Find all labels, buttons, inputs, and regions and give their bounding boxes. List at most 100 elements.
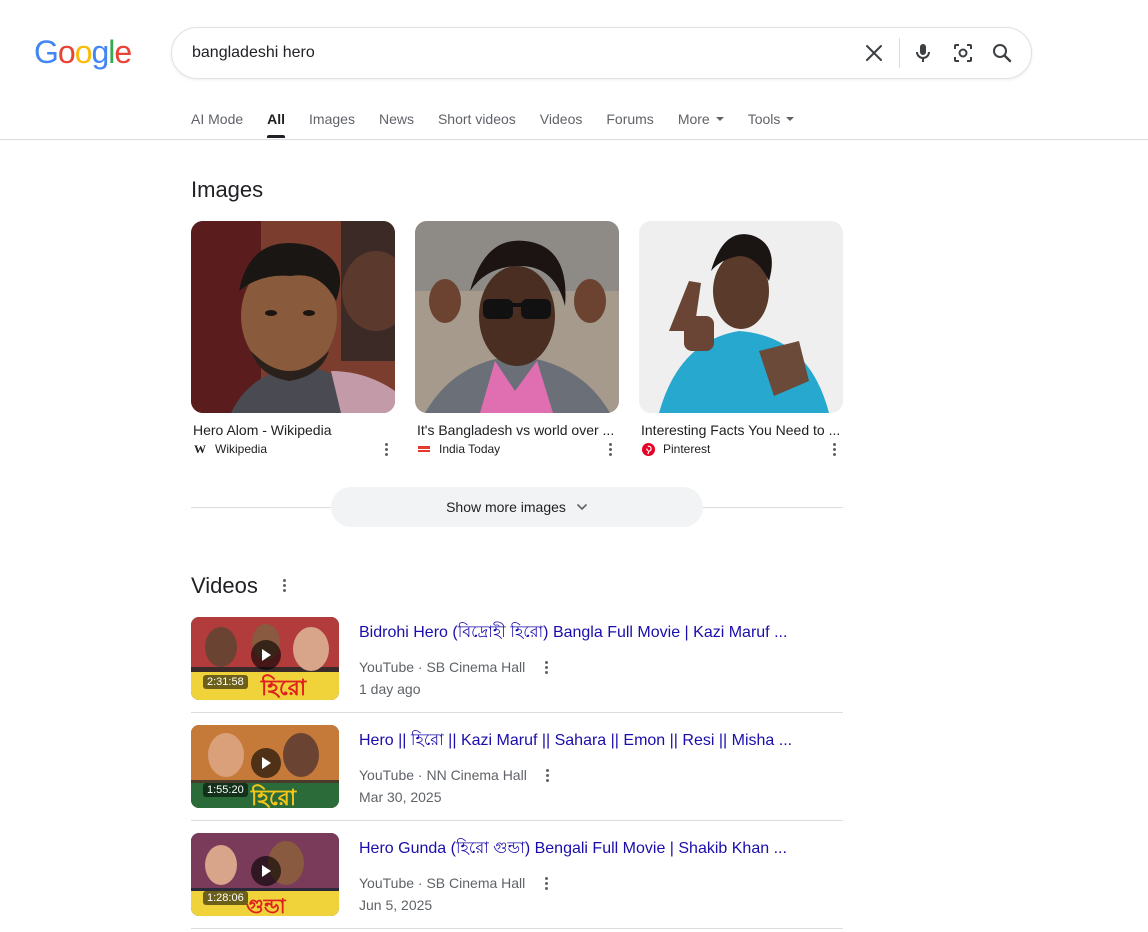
svg-text:হিরো: হিরো: [260, 674, 308, 700]
play-button[interactable]: [251, 748, 281, 778]
image-result-title[interactable]: Interesting Facts You Need to ...: [641, 422, 841, 438]
logo-letter: o: [57, 34, 76, 70]
camera-lens-icon: [954, 44, 972, 62]
tab-tools[interactable]: Tools: [748, 111, 795, 127]
chevron-down-icon: [576, 503, 587, 511]
video-date: Mar 30, 2025: [359, 789, 442, 805]
video-result: হিরো 1:55:20 Hero || হিরো || Kazi Maruf …: [191, 725, 843, 833]
source-name: Pinterest: [663, 442, 711, 456]
image-thumbnail[interactable]: [415, 221, 619, 413]
google-logo[interactable]: Google: [34, 34, 132, 71]
video-thumbnail[interactable]: হিরো 2:31:58: [191, 617, 339, 700]
more-options-icon[interactable]: [543, 767, 553, 783]
video-duration: 1:55:20: [203, 783, 248, 797]
play-icon: [262, 649, 271, 661]
video-thumbnail[interactable]: হিরো 1:55:20: [191, 725, 339, 808]
close-icon: [866, 45, 882, 61]
video-source-text: YouTube · SB Cinema Hall: [359, 875, 526, 891]
video-date: Jun 5, 2025: [359, 897, 433, 913]
tab-label: Short videos: [437, 111, 516, 127]
pinterest-icon: [641, 442, 655, 456]
logo-letter: o: [74, 34, 93, 70]
tab-images[interactable]: Images: [309, 111, 355, 127]
tab-label: Tools: [747, 111, 781, 127]
search-divider: [899, 38, 900, 68]
portrait-image: [639, 221, 843, 413]
more-options-icon[interactable]: [381, 441, 391, 457]
logo-letter: g: [91, 34, 109, 70]
tab-videos[interactable]: Videos: [540, 111, 583, 127]
search-input[interactable]: [192, 28, 832, 78]
search-tabs: AI Mode All Images News Short videos Vid…: [191, 108, 818, 138]
more-options-icon[interactable]: [829, 441, 839, 457]
portrait-image: [415, 221, 619, 413]
result-divider: [191, 928, 843, 929]
play-button[interactable]: [251, 640, 281, 670]
tab-label: News: [378, 111, 414, 127]
image-result-card[interactable]: Interesting Facts You Need to ... Pinter…: [639, 221, 843, 457]
wikipedia-icon: W: [194, 441, 206, 456]
result-divider: [191, 820, 843, 821]
video-source-text: YouTube · SB Cinema Hall: [359, 659, 526, 675]
more-options-icon[interactable]: [541, 875, 551, 891]
tab-short-videos[interactable]: Short videos: [438, 111, 516, 127]
tab-news[interactable]: News: [379, 111, 414, 127]
video-title-link[interactable]: Hero || হিরো || Kazi Maruf || Sahara || …: [359, 727, 829, 754]
video-source: YouTube · SB Cinema Hall: [359, 659, 551, 675]
image-thumbnail[interactable]: [191, 221, 395, 413]
tab-label: All: [267, 111, 286, 127]
video-title-link[interactable]: Hero Gunda (হিরো গুন্ডা) Bengali Full Mo…: [359, 835, 829, 862]
videos-more-options-icon[interactable]: [279, 577, 289, 593]
logo-letter: G: [34, 34, 59, 70]
caret-down-icon: [786, 117, 795, 121]
logo-letter: e: [114, 34, 132, 70]
video-thumbnail[interactable]: গুন্ডা 1:28:06: [191, 833, 339, 916]
source-name: Wikipedia: [215, 442, 268, 456]
clear-button[interactable]: [859, 38, 889, 68]
show-more-images-button[interactable]: Show more images: [331, 487, 703, 527]
video-title-link[interactable]: Bidrohi Hero (বিদ্রোহী হিরো) Bangla Full…: [359, 619, 829, 646]
image-result-title[interactable]: It's Bangladesh vs world over ...: [417, 422, 617, 438]
image-result-source: Pinterest: [641, 441, 843, 457]
header-divider: [0, 139, 1148, 140]
video-date: 1 day ago: [359, 681, 421, 697]
images-section-title: Images: [191, 177, 264, 202]
tab-ai-mode[interactable]: AI Mode: [191, 111, 243, 127]
tab-label: Images: [309, 111, 355, 127]
image-result-source: W Wikipedia: [193, 441, 395, 457]
more-options-icon[interactable]: [541, 659, 551, 675]
video-result: হিরো 2:31:58 Bidrohi Hero (বিদ্রোহী হিরো…: [191, 617, 843, 725]
video-result: গুন্ডা 1:28:06 Hero Gunda (হিরো গুন্ডা) …: [191, 833, 843, 932]
microphone-icon: [916, 44, 930, 62]
video-source: YouTube · NN Cinema Hall: [359, 767, 553, 783]
tab-forums[interactable]: Forums: [606, 111, 653, 127]
image-result-card[interactable]: Hero Alom - Wikipedia W Wikipedia: [191, 221, 395, 457]
search-button[interactable]: [987, 38, 1017, 68]
video-duration: 2:31:58: [203, 675, 248, 689]
image-thumbnail[interactable]: [639, 221, 843, 413]
image-result-title[interactable]: Hero Alom - Wikipedia: [193, 422, 393, 438]
caret-down-icon: [715, 117, 724, 121]
tab-more[interactable]: More: [678, 111, 724, 127]
result-divider: [191, 712, 843, 713]
video-source: YouTube · SB Cinema Hall: [359, 875, 551, 891]
tab-label: AI Mode: [191, 111, 244, 127]
voice-search-button[interactable]: [908, 38, 938, 68]
tab-label: More: [677, 111, 710, 127]
search-icon: [993, 44, 1012, 63]
tab-label: Forums: [606, 111, 654, 127]
play-icon: [262, 865, 271, 877]
videos-section-title: Videos: [191, 573, 258, 598]
video-duration: 1:28:06: [203, 891, 248, 905]
image-search-button[interactable]: [948, 38, 978, 68]
image-result-card[interactable]: It's Bangladesh vs world over ... India …: [415, 221, 619, 457]
search-box: [171, 27, 1032, 79]
play-icon: [262, 757, 271, 769]
more-options-icon[interactable]: [605, 441, 615, 457]
tab-label: Videos: [539, 111, 583, 127]
play-button[interactable]: [251, 856, 281, 886]
video-source-text: YouTube · NN Cinema Hall: [359, 767, 527, 783]
source-name: India Today: [439, 442, 501, 456]
image-result-source: India Today: [417, 441, 619, 457]
tab-all[interactable]: All: [267, 111, 286, 138]
